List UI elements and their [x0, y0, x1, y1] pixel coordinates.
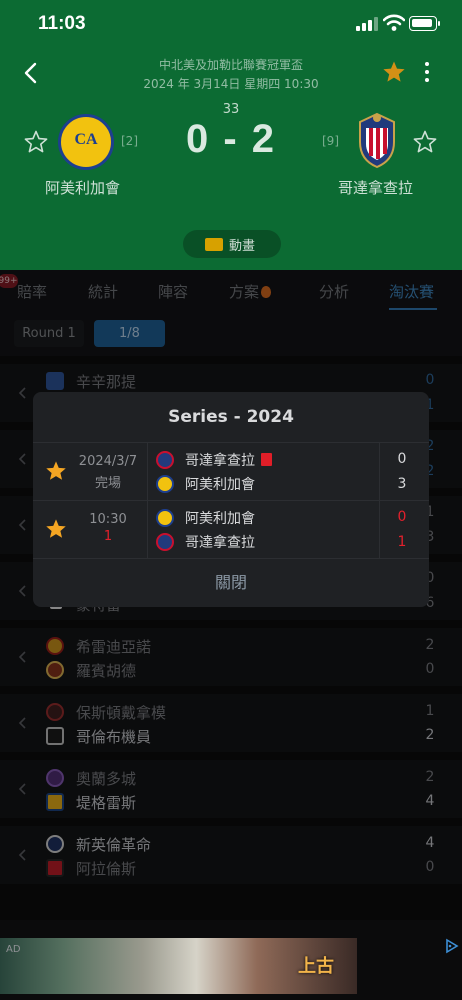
- game-date: 2024/3/7: [78, 454, 138, 469]
- team-logo: [156, 451, 174, 469]
- more-options-button[interactable]: [420, 60, 434, 86]
- team-name: 阿美利加會: [185, 511, 255, 527]
- favorite-star-icon[interactable]: [382, 60, 406, 84]
- team-logo: [156, 475, 174, 493]
- wifi-icon: [383, 14, 405, 31]
- cellular-signal-icon: [356, 17, 378, 31]
- divider: [379, 443, 380, 501]
- close-button[interactable]: 關閉: [33, 558, 429, 607]
- team-name: 哥達拿查拉: [185, 450, 272, 470]
- status-bar: 11:03: [0, 0, 462, 50]
- red-card-icon: [261, 453, 272, 466]
- team-name: 阿美利加會: [185, 477, 255, 493]
- ad-brand-logo: 上古: [298, 956, 334, 977]
- team-score: 1: [397, 534, 407, 550]
- battery-icon: [409, 16, 440, 31]
- game-minute: 1: [103, 529, 113, 544]
- divider: [147, 443, 148, 501]
- series-team: 阿美利加會: [156, 474, 376, 494]
- series-game-row[interactable]: 2024/3/7 完場 哥達拿查拉 阿美利加會 0 3: [33, 442, 429, 501]
- team-logo: [156, 533, 174, 551]
- team-score: 3: [397, 476, 407, 492]
- home-team-name[interactable]: 阿美利加會: [45, 177, 120, 198]
- away-team-name[interactable]: 哥達拿查拉: [338, 177, 413, 198]
- divider: [379, 501, 380, 559]
- match-header: 11:03 中北美及加勒比聯賽冠軍盃 2024 年 3月14日 星期四 10:3…: [0, 0, 462, 270]
- animation-button[interactable]: 動畫: [183, 230, 281, 258]
- away-team-logo[interactable]: [354, 110, 400, 170]
- ad-banner[interactable]: AD 上古: [0, 938, 462, 994]
- divider: [147, 501, 148, 559]
- status-time: 11:03: [38, 13, 86, 34]
- favorite-star-icon[interactable]: [45, 518, 67, 540]
- series-team: 阿美利加會: [156, 508, 376, 528]
- series-team: 哥達拿查拉: [156, 532, 376, 552]
- ad-choices-icon[interactable]: [444, 938, 460, 954]
- team-score: 0: [397, 509, 407, 525]
- series-dialog-title: Series - 2024: [168, 407, 294, 427]
- animation-label: 動畫: [229, 239, 256, 254]
- game-status: 完場: [94, 476, 121, 491]
- series-game-row[interactable]: 10:30 1 阿美利加會 哥達拿查拉 0 1: [33, 500, 429, 559]
- series-team: 哥達拿查拉: [156, 450, 376, 470]
- game-time: 10:30: [89, 512, 127, 527]
- ad-label: AD: [6, 944, 21, 955]
- follow-away-star-icon[interactable]: [413, 130, 437, 154]
- series-dialog: Series - 2024 2024/3/7 完場 哥達拿查拉 阿美利加會 0 …: [33, 392, 429, 607]
- team-score: 0: [397, 451, 407, 467]
- team-name: 哥達拿查拉: [185, 535, 255, 551]
- favorite-star-icon[interactable]: [45, 460, 67, 482]
- pitch-icon: [205, 238, 223, 251]
- team-logo: [156, 509, 174, 527]
- away-team-rank: [9]: [322, 134, 339, 148]
